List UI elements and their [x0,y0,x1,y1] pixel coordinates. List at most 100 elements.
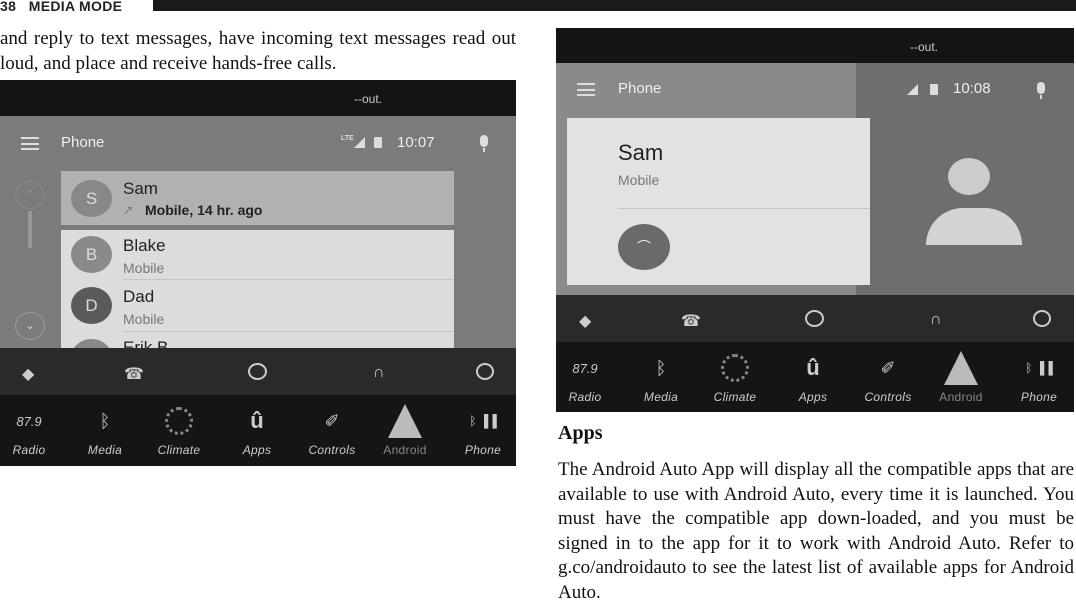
signal-icon [907,84,918,95]
media-button[interactable]: ᛒ Media [70,403,140,458]
radio-label: Radio [12,443,46,457]
home-icon[interactable] [805,310,824,327]
apps-label: Apps [242,443,272,457]
climate-label: Climate [713,390,757,404]
contact-detail: Mobile, 14 hr. ago [145,202,263,218]
controls-button[interactable]: ✐ Controls [853,350,923,405]
android-label: Android [939,390,983,404]
climate-label: Climate [157,443,201,457]
climate-button[interactable]: Climate [144,403,214,457]
end-call-button[interactable]: ⌒ [618,224,670,270]
status-text: --out. [910,40,939,54]
apps-button[interactable]: û Apps [222,403,292,457]
bluetooth-icon: ᛒ [655,357,667,378]
contact-name: Blake [123,236,166,255]
media-label: Media [643,390,679,404]
clock: 10:08 [953,80,991,97]
phone-label: Phone [1020,390,1058,404]
android-button[interactable]: Android [370,403,440,457]
phone-icon[interactable]: ☎ [124,364,144,384]
caller-detail: Mobile [618,172,660,188]
radio-frequency: 87.9 [572,360,598,376]
headphones-icon[interactable]: ∩ [930,311,942,329]
apps-label: Apps [798,390,828,404]
android-auto-icon [926,350,996,386]
apps-paragraph: The Android Auto App will display all th… [558,459,1074,603]
phone-icon[interactable]: ☎ [681,311,701,331]
uconnect-bottom-bar: 87.9 Radio ᛒ Media Climate û Apps ✐ Controls… [0,395,516,466]
android-auto-nav-bar: ◆ ☎ ∩ [0,348,516,395]
media-button[interactable]: ᛒ Media [626,350,696,405]
clock: 10:07 [397,134,435,151]
android-label: Android [383,443,427,457]
uconnect-apps-icon: û [806,355,820,380]
signal-icon [354,137,365,148]
phone-signal-icon: ᛒ ▐▐ [469,414,497,428]
controls-button[interactable]: ✐ Controls [297,403,367,458]
status-strip: --out. [556,28,1074,64]
status-strip: --out. [0,80,516,116]
page-number-section: 38 MEDIA MODE [0,0,123,14]
phone-contacts-screenshot: --out. Phone LTE 10:07 ⌃ ⌄ S Sam ↗ Mobil… [0,80,516,466]
uconnect-bottom-bar: 87.9 Radio ᛒ Media Climate û Apps ✐ Controls… [556,342,1074,412]
phone-button[interactable]: ᛒ ▐▐ Phone [1004,350,1074,404]
uconnect-apps-icon: û [250,408,264,433]
phone-call-screenshot: --out. Phone 10:08 Sam Mobile ⌒ ◆ ☎ ∩ 87… [556,28,1074,412]
contact-detail: Mobile [123,260,165,276]
scroll-up-button[interactable]: ⌃ [15,181,45,209]
navigation-icon[interactable]: ◆ [22,364,34,384]
scrollbar[interactable] [28,211,32,248]
outgoing-call-arrow-icon: ↗ [123,203,134,217]
climate-button[interactable]: Climate [700,350,770,404]
exit-gauge-icon[interactable] [476,363,494,380]
radio-button[interactable]: 87.9 Radio [0,403,64,458]
exit-gauge-icon[interactable] [1033,310,1051,327]
home-icon[interactable] [248,363,267,380]
avatar: S [71,180,112,217]
contact-name: Dad [123,287,155,306]
call-card: Sam Mobile ⌒ [567,118,870,285]
page-header: 38 MEDIA MODE [0,0,1076,14]
seat-controls-icon: ✐ [880,357,896,378]
seat-controls-icon: ✐ [324,410,340,431]
climate-icon [144,403,214,439]
bluetooth-icon: ᛒ [99,410,111,431]
android-auto-icon [370,403,440,439]
radio-label: Radio [568,390,602,404]
phone-button[interactable]: ᛒ ▐▐ Phone [448,403,516,457]
phone-signal-icon: ᛒ ▐▐ [1025,361,1053,375]
contact-list: B Blake Mobile D Dad Mobile Erik B [61,230,454,376]
apps-button[interactable]: û Apps [778,350,848,404]
header-rule [153,0,1076,11]
divider [123,331,454,332]
avatar: B [71,236,112,273]
apps-heading: Apps [558,422,603,444]
divider [123,279,454,280]
media-label: Media [87,443,123,457]
radio-button[interactable]: 87.9 Radio [556,350,620,405]
headphones-icon[interactable]: ∩ [373,364,385,382]
contact-placeholder-head-icon [948,158,990,195]
menu-icon[interactable] [577,83,595,96]
scroll-down-button[interactable]: ⌄ [15,312,45,340]
radio-frequency: 87.9 [16,413,42,429]
avatar: D [71,287,112,324]
microphone-icon[interactable] [1037,82,1045,99]
climate-icon [700,350,770,386]
lte-label: LTE [341,135,354,142]
microphone-icon[interactable] [480,135,488,152]
intro-paragraph: and reply to text messages, have incomin… [0,28,516,74]
navigation-icon[interactable]: ◆ [579,311,591,331]
battery-icon [930,84,938,95]
android-button[interactable]: Android [926,350,996,404]
menu-icon[interactable] [21,137,39,150]
battery-icon [374,137,382,148]
contact-row-sam[interactable]: S Sam ↗ Mobile, 14 hr. ago [61,171,454,225]
app-title: Phone [61,134,105,151]
phone-label: Phone [464,443,502,457]
hang-up-icon: ⌒ [637,239,651,255]
divider [618,208,870,209]
controls-label: Controls [308,443,356,457]
contact-detail: Mobile [123,311,165,327]
app-title: Phone [618,80,662,97]
